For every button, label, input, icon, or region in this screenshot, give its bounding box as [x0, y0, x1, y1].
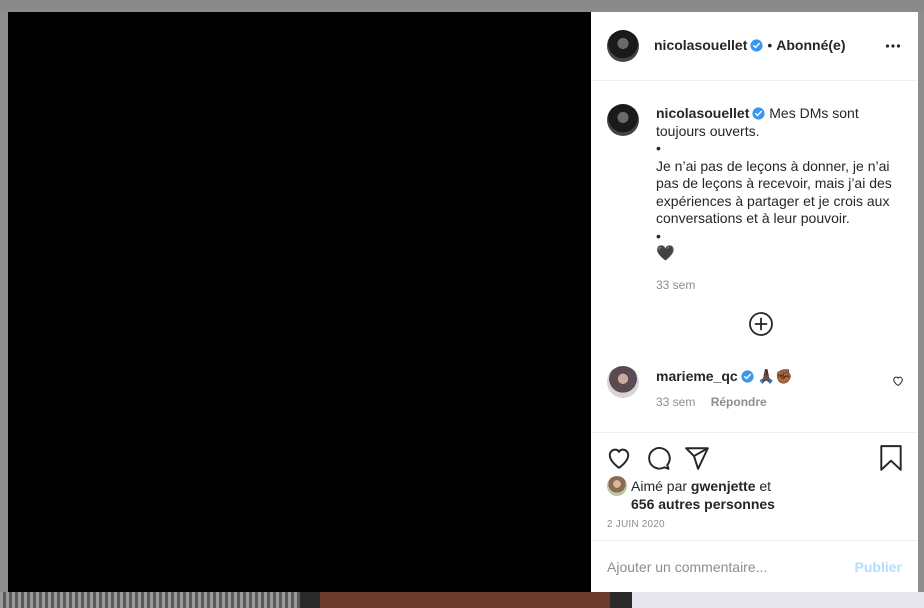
grid-thumbnail[interactable] — [320, 592, 610, 608]
comment-input[interactable] — [607, 555, 837, 579]
caption-username[interactable]: nicolasouellet — [656, 105, 749, 121]
verified-icon — [752, 107, 765, 120]
comment-bar: Publier — [591, 540, 918, 593]
share-icon[interactable] — [684, 445, 710, 471]
reply-button[interactable]: Répondre — [711, 395, 767, 409]
comment-text: 🙏🏿✊🏾 — [757, 368, 793, 384]
avatar[interactable] — [607, 30, 639, 62]
caption: nicolasouellet Mes DMs sont toujours ouv… — [656, 105, 902, 294]
post-date[interactable]: 2 JUIN 2020 — [607, 519, 665, 530]
comment: marieme_qc 🙏🏿✊🏾 33 sem Répondre — [656, 367, 876, 409]
avatar[interactable] — [607, 476, 627, 496]
post-media[interactable] — [8, 12, 591, 592]
more-horizontal-icon[interactable] — [885, 43, 901, 49]
heart-small-icon[interactable] — [892, 375, 904, 387]
likes-count[interactable]: 656 autres personnes — [631, 496, 775, 512]
caption-time[interactable]: 33 sem — [656, 277, 902, 295]
caption-bullet: • — [656, 227, 661, 244]
background-page — [0, 0, 924, 12]
avatar[interactable] — [607, 366, 639, 398]
caption-emoji: 🖤 — [656, 245, 675, 262]
avatar[interactable] — [607, 104, 639, 136]
caption-bullet: • — [656, 140, 661, 156]
liked-by-and: et — [759, 478, 772, 494]
caption-body: Je n’ai pas de leçons à donner, je n’ai … — [656, 157, 892, 227]
liked-by-prefix: Aimé par — [631, 478, 688, 494]
follow-status-button[interactable]: Abonné(e) — [776, 37, 845, 53]
header-username[interactable]: nicolasouellet — [654, 37, 747, 53]
post-side-panel: nicolasouellet • Abonné(e) nicolasouellet … — [591, 12, 918, 592]
bookmark-icon[interactable] — [878, 444, 904, 472]
comment-line: marieme_qc 🙏🏿✊🏾 — [656, 367, 876, 385]
comment-username[interactable]: marieme_qc — [656, 368, 738, 384]
caption-first-line: nicolasouellet Mes DMs sont toujours ouv… — [656, 105, 902, 140]
liked-by-user[interactable]: gwenjette — [691, 478, 756, 494]
comment-time[interactable]: 33 sem — [656, 395, 695, 409]
heart-icon[interactable] — [606, 445, 632, 471]
verified-icon — [741, 370, 754, 383]
liked-by: Aimé par gwenjette et 656 autres personn… — [631, 477, 901, 513]
verified-icon — [750, 39, 763, 52]
comment-icon[interactable] — [645, 445, 671, 471]
header-user-line: nicolasouellet • Abonné(e) — [654, 37, 845, 55]
grid-thumbnail[interactable] — [0, 592, 300, 608]
publish-button[interactable]: Publier — [855, 559, 902, 575]
plus-circle-icon[interactable] — [748, 311, 774, 337]
post-header: nicolasouellet • Abonné(e) — [591, 12, 918, 81]
separator-dot: • — [767, 37, 773, 53]
post-modal: nicolasouellet • Abonné(e) nicolasouellet … — [8, 12, 918, 592]
comment-meta: 33 sem Répondre — [656, 395, 876, 409]
